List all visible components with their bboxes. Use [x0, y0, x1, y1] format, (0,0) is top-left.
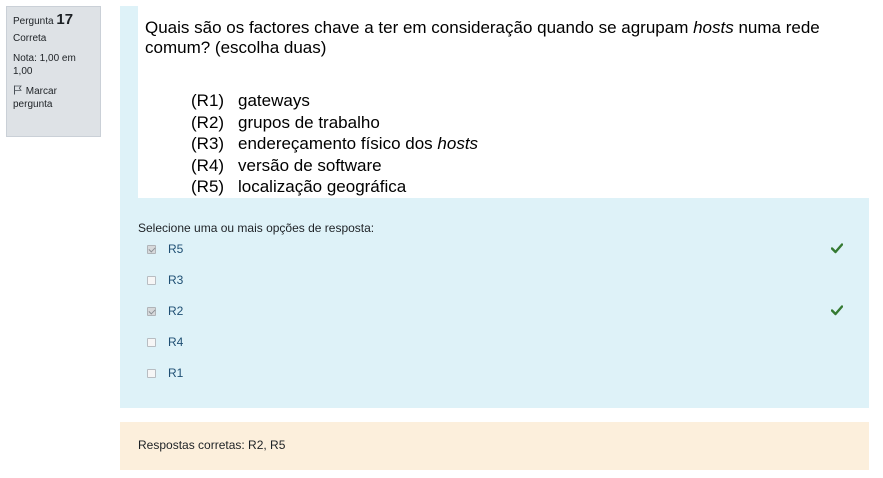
answer-option-r5[interactable]: R5 — [138, 241, 869, 272]
question-text-italic: hosts — [693, 18, 734, 37]
question-label: Pergunta — [13, 16, 54, 27]
question-number-value: 17 — [56, 11, 74, 28]
answer-checkbox[interactable] — [147, 369, 156, 378]
answer-list: R5 R3 R2 R4 R1 — [138, 241, 869, 396]
option-code: (R4) — [191, 155, 225, 175]
question-formulation: Quais são os factores chave a ter em con… — [120, 6, 869, 408]
question-text-part: numa rede — [733, 18, 820, 37]
answer-prompt: Selecione uma ou mais opções de resposta… — [138, 221, 375, 235]
answer-option-r3[interactable]: R3 — [138, 272, 869, 303]
question-state: Correta — [13, 33, 47, 44]
question-number: Pergunta 17 — [13, 11, 94, 28]
question-options-list: (R1) gateways (R2) grupos de trabalho (R3)… — [191, 90, 478, 198]
question-option: (R1) gateways — [191, 90, 478, 112]
question-option: (R5) localização geográfica — [191, 176, 478, 198]
answer-label[interactable]: R2 — [168, 304, 183, 318]
question-text-part: Quais são os factores chave a ter em con… — [145, 18, 694, 37]
flag-icon — [14, 85, 22, 95]
question-grade: Nota: 1,00 em 1,00 — [13, 53, 76, 77]
option-text: endereçamento físico dos — [238, 134, 438, 153]
question-info-box: Pergunta 17 Correta Nota: 1,00 em 1,00 M… — [6, 6, 101, 137]
question-option: (R2) grupos de trabalho — [191, 112, 478, 134]
option-code: (R5) — [191, 177, 225, 196]
answer-checkbox[interactable] — [147, 245, 156, 254]
correct-check-icon — [831, 243, 843, 254]
correct-check-icon — [831, 305, 843, 316]
option-text-italic: hosts — [437, 134, 479, 153]
option-text: localização geográfica — [238, 177, 407, 196]
answer-label[interactable]: R5 — [168, 242, 183, 256]
answer-label[interactable]: R1 — [168, 366, 183, 380]
right-answer-text: Respostas corretas: R2, R5 — [138, 438, 286, 452]
answer-checkbox[interactable] — [147, 338, 156, 347]
option-text: gateways — [238, 91, 310, 110]
question-option: (R3) endereçamento físico dos hosts — [191, 133, 478, 155]
question-option: (R4) versão de software — [191, 155, 478, 177]
option-text: versão de software — [238, 155, 382, 175]
answer-option-r1[interactable]: R1 — [138, 365, 869, 396]
question-text-box: Quais são os factores chave a ter em con… — [138, 6, 869, 198]
answer-checkbox[interactable] — [147, 276, 156, 285]
answer-option-r2[interactable]: R2 — [138, 303, 869, 334]
answer-label[interactable]: R3 — [168, 273, 183, 287]
option-code: (R1) — [191, 91, 225, 110]
option-code: (R3) — [191, 134, 225, 153]
answer-option-r4[interactable]: R4 — [138, 334, 869, 365]
question-text-line2: comum? (escolha duas) — [145, 38, 327, 57]
option-text: grupos de trabalho — [238, 112, 380, 132]
question-text: Quais são os factores chave a ter em con… — [145, 18, 820, 58]
flag-question-link[interactable]: Marcar pergunta — [13, 85, 94, 111]
answer-label[interactable]: R4 — [168, 335, 183, 349]
option-code: (R2) — [191, 112, 225, 132]
right-answer-feedback: Respostas corretas: R2, R5 — [120, 422, 869, 470]
answer-checkbox[interactable] — [147, 307, 156, 316]
